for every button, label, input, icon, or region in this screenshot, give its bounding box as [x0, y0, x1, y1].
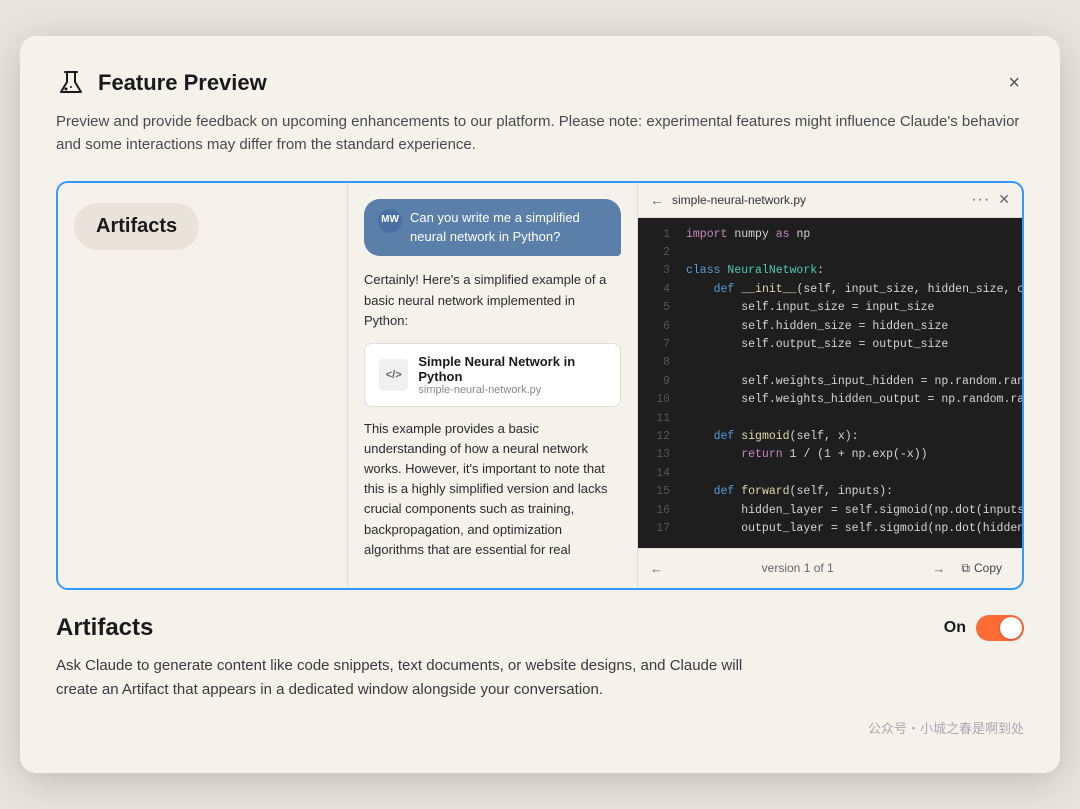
code-panel-filename: simple-neural-network.py	[672, 193, 963, 207]
modal-subtitle: Preview and provide feedback on upcoming…	[56, 110, 1024, 157]
chat-area: MW Can you write me a simplified neural …	[348, 183, 638, 588]
file-title: Simple Neural Network in Python	[418, 354, 606, 384]
code-line-5: 5 self.input_size = input_size	[638, 299, 1022, 317]
toggle-switch[interactable]	[976, 615, 1024, 641]
assistant-text-2: This example provides a basic understand…	[364, 419, 621, 560]
toggle-area: On	[944, 615, 1024, 641]
next-version-icon[interactable]: →	[932, 561, 945, 576]
modal-header: Feature Preview ×	[56, 68, 1024, 98]
flask-icon	[56, 68, 86, 98]
file-name: simple-neural-network.py	[418, 384, 606, 396]
code-line-10: 10 self.weights_hidden_output = np.rando…	[638, 391, 1022, 409]
close-button[interactable]: ×	[1004, 69, 1024, 97]
modal-title: Feature Preview	[98, 70, 1004, 96]
user-message-text: Can you write me a simplified neural net…	[410, 209, 607, 247]
code-panel: ← simple-neural-network.py ··· ✕ 1 impor…	[638, 183, 1022, 588]
toggle-label: On	[944, 619, 966, 637]
more-options-icon[interactable]: ···	[971, 191, 990, 209]
back-arrow-icon[interactable]: ←	[650, 192, 664, 208]
content-area: Artifacts MW Can you write me a simplifi…	[56, 181, 1024, 590]
code-line-17: 17 output_layer = self.sigmoid(np.dot(hi…	[638, 520, 1022, 538]
bottom-header: Artifacts On	[56, 614, 1024, 642]
code-panel-close-icon[interactable]: ✕	[998, 191, 1010, 208]
footer-nav: ←	[650, 561, 663, 576]
avatar: MW	[378, 209, 402, 233]
bottom-title: Artifacts	[56, 614, 153, 642]
code-line-12: 12 def sigmoid(self, x):	[638, 428, 1022, 446]
code-line-6: 6 self.hidden_size = hidden_size	[638, 318, 1022, 336]
code-panel-header: ← simple-neural-network.py ··· ✕	[638, 183, 1022, 218]
code-panel-actions: ··· ✕	[971, 191, 1010, 209]
code-line-16: 16 hidden_layer = self.sigmoid(np.dot(in…	[638, 502, 1022, 520]
code-file-info: Simple Neural Network in Python simple-n…	[418, 354, 606, 396]
code-panel-footer: ← version 1 of 1 → ⧉ Copy	[638, 548, 1022, 588]
footer-nav-next: →	[932, 561, 945, 576]
sidebar: Artifacts	[58, 183, 348, 588]
user-message-bubble: MW Can you write me a simplified neural …	[364, 199, 621, 257]
assistant-text-1: Certainly! Here's a simplified example o…	[364, 270, 621, 330]
code-line-4: 4 def __init__(self, input_size, hidden_…	[638, 281, 1022, 299]
code-content: 1 import numpy as np 2 3 class NeuralNet…	[638, 218, 1022, 548]
prev-version-icon[interactable]: ←	[650, 561, 663, 576]
code-line-13: 13 return 1 / (1 + np.exp(-x))	[638, 446, 1022, 464]
bottom-description: Ask Claude to generate content like code…	[56, 654, 756, 702]
sidebar-item-artifacts[interactable]: Artifacts	[74, 203, 199, 250]
code-line-11: 11	[638, 410, 1022, 428]
copy-button[interactable]: ⧉ Copy	[953, 557, 1010, 580]
feature-preview-modal: Feature Preview × Preview and provide fe…	[20, 36, 1060, 773]
code-line-2: 2	[638, 244, 1022, 262]
code-line-3: 3 class NeuralNetwork:	[638, 262, 1022, 280]
code-line-8: 8	[638, 354, 1022, 372]
code-line-1: 1 import numpy as np	[638, 226, 1022, 244]
version-text: version 1 of 1	[671, 561, 924, 575]
code-icon: </>	[379, 359, 408, 391]
code-line-9: 9 self.weights_input_hidden = np.random.…	[638, 373, 1022, 391]
toggle-knob	[1000, 617, 1022, 639]
bottom-section: Artifacts On Ask Claude to generate cont…	[56, 590, 1024, 710]
code-line-7: 7 self.output_size = output_size	[638, 336, 1022, 354]
code-line-15: 15 def forward(self, inputs):	[638, 483, 1022, 501]
watermark: 公众号・小城之春是啊到处	[56, 718, 1024, 737]
copy-icon: ⧉	[961, 561, 970, 576]
preview-pane: MW Can you write me a simplified neural …	[348, 183, 1022, 588]
code-file-card[interactable]: </> Simple Neural Network in Python simp…	[364, 343, 621, 407]
code-line-14: 14	[638, 465, 1022, 483]
